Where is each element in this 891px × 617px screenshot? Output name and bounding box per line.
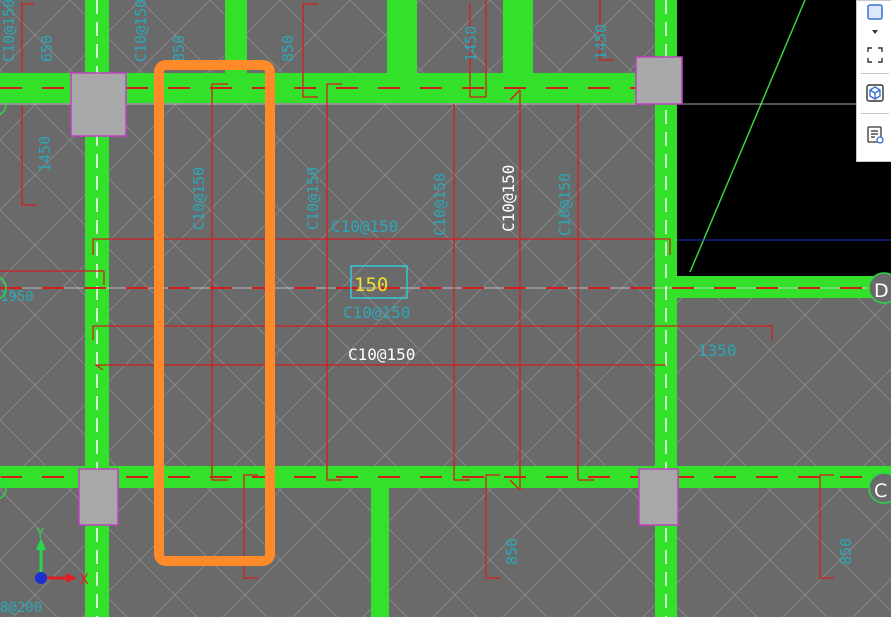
dim-top-3: 850: [279, 35, 297, 62]
rebar-annotation-cyan-v3: C10@150: [431, 173, 449, 236]
selected-dimension-value: 150: [354, 274, 388, 296]
beam-stub-top-2: [387, 0, 417, 73]
column-bottom-right: [638, 468, 679, 526]
column-bottom-left: [78, 468, 119, 526]
fullscreen-icon[interactable]: [863, 43, 887, 67]
ucs-x-label: X: [80, 572, 89, 588]
dropdown-arrow-icon[interactable]: [863, 23, 887, 41]
rebar-annotation-top-left-1: C10@150: [0, 0, 18, 62]
dim-top-1: 650: [38, 35, 56, 62]
rebar-annotation-center-vertical: C10@150: [499, 165, 518, 232]
rebar-annotation-cyan-v1: C10@150: [190, 167, 208, 230]
axis-bubble-d: D: [868, 272, 891, 304]
rebar-annotation-top-left-2: C10@150: [132, 0, 150, 62]
dim-top-5: 1450: [592, 24, 610, 60]
axis-label-c: C: [874, 480, 887, 502]
rebar-annotation-cyan-lower: C10@150: [343, 303, 410, 322]
toolbar-separator: [861, 113, 889, 114]
dim-right-mid: 1350: [698, 341, 737, 360]
dim-left-1: 1450: [36, 136, 54, 172]
beam-stub-top-3: [503, 0, 533, 73]
axis-bubble-c: C: [868, 472, 891, 504]
ucs-y-label: Y: [36, 526, 45, 542]
properties-panel-icon[interactable]: [863, 123, 887, 147]
3d-box-icon[interactable]: [863, 81, 887, 105]
dim-bottom-left: 8@200: [0, 600, 42, 616]
dim-top-4: 1450: [462, 26, 480, 62]
toolbar-separator: [861, 73, 889, 74]
dim-top-2: 850: [170, 35, 188, 62]
dim-bottom-2: 850: [837, 538, 855, 565]
beam-vertical-bottom-mid: [371, 488, 389, 617]
rebar-annotation-cyan-v4: C10@150: [556, 173, 574, 236]
rebar-annotation-center-horizontal: C10@150: [348, 345, 415, 364]
axis-label-d: D: [874, 280, 889, 302]
cad-drawing-canvas[interactable]: C10@150 C10@150 C10@150 C10@150 C10@150 …: [0, 0, 891, 617]
rebar-annotation-cyan-v2: C10@150: [304, 167, 322, 230]
dim-bottom-1: 850: [503, 538, 521, 565]
column-top-left: [70, 72, 127, 137]
rebar-annotation-cyan-upper: C10@150: [331, 217, 398, 236]
column-top-right: [635, 56, 683, 105]
viewport-toolbar: [856, 0, 891, 162]
